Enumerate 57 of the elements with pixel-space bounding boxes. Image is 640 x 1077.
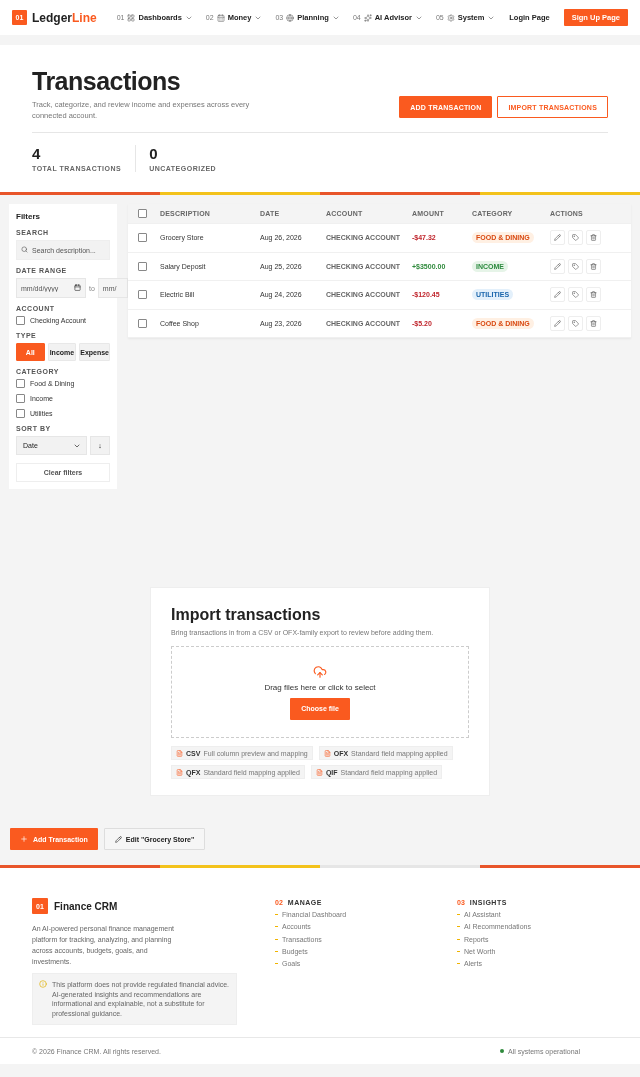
tag-button[interactable]	[568, 258, 583, 274]
calendar-icon	[74, 284, 81, 291]
row-checkbox[interactable]	[138, 261, 147, 271]
page-title: Transactions	[32, 67, 182, 96]
settings-icon	[446, 13, 455, 22]
delete-button[interactable]	[586, 230, 601, 246]
row-checkbox[interactable]	[138, 290, 147, 300]
filters-title: Filters	[16, 212, 41, 221]
file-icon	[323, 749, 331, 757]
stat-value: 4	[32, 145, 42, 162]
brand-name: Finance CRM	[54, 900, 118, 912]
info-icon	[39, 980, 47, 988]
select-all-checkbox[interactable]	[138, 209, 147, 218]
plus-icon	[20, 835, 28, 843]
edit-button[interactable]	[550, 287, 565, 303]
file-icon	[176, 749, 183, 757]
globe-icon	[286, 13, 295, 22]
edit-button[interactable]	[550, 230, 565, 246]
tag-button[interactable]	[568, 315, 583, 331]
delete-button[interactable]	[586, 315, 601, 331]
edit-button[interactable]	[550, 315, 565, 331]
edit-button[interactable]	[550, 258, 565, 274]
trash-icon	[590, 234, 597, 242]
tag-icon	[572, 319, 579, 327]
tag-icon	[572, 291, 579, 299]
checkbox[interactable]	[16, 394, 25, 403]
row-checkbox[interactable]	[138, 318, 147, 328]
checkbox[interactable]	[16, 316, 25, 325]
grid-icon	[127, 13, 136, 22]
import-title: Import transactions	[171, 606, 322, 624]
tag-icon	[572, 234, 579, 242]
row-checkbox[interactable]	[138, 233, 147, 243]
trash-icon	[590, 291, 597, 299]
pencil-icon	[114, 835, 122, 843]
file-icon	[315, 768, 323, 776]
pencil-icon	[554, 262, 561, 270]
stat-value: 0	[149, 145, 159, 162]
drop-zone-text: Drag files here or click to select	[264, 682, 376, 692]
trash-icon	[590, 262, 597, 270]
tag-button[interactable]	[568, 230, 583, 246]
pencil-icon	[554, 234, 561, 242]
status-dot	[500, 1049, 504, 1054]
pencil-icon	[554, 319, 561, 327]
delete-button[interactable]	[586, 287, 601, 303]
checkbox[interactable]	[16, 379, 25, 388]
sparkle-icon	[363, 13, 372, 22]
logo-text: LedgerLine	[32, 10, 97, 25]
pencil-icon	[554, 291, 561, 299]
tag-button[interactable]	[568, 287, 583, 303]
tag-icon	[572, 262, 579, 270]
search-icon	[21, 246, 28, 253]
trash-icon	[590, 319, 597, 327]
checkbox[interactable]	[16, 409, 25, 418]
upload-cloud-icon	[313, 664, 327, 679]
file-icon	[176, 768, 183, 776]
delete-button[interactable]	[586, 258, 601, 274]
calendar-icon	[216, 13, 225, 22]
